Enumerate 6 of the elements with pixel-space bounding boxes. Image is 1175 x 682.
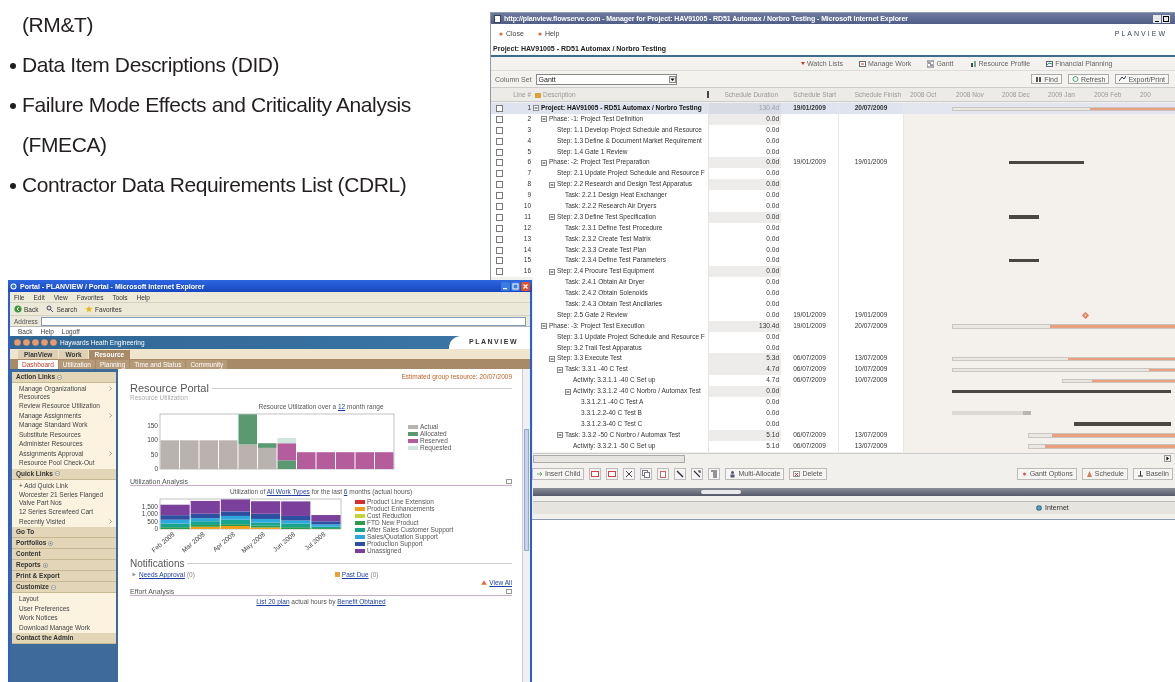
bullet-text: (RM&T) (22, 12, 95, 38)
bullet-text: Failure Mode Effects and Criticality Analysis (FMECA) (22, 92, 412, 158)
bullet-text: Data Item Descriptions (DID) (22, 52, 281, 78)
bullet-text: Contractor Data Requirements List (CDRL) (22, 172, 408, 198)
section-heading: Notifications (130, 558, 185, 569)
page-heading: Resource Portal (130, 382, 209, 394)
